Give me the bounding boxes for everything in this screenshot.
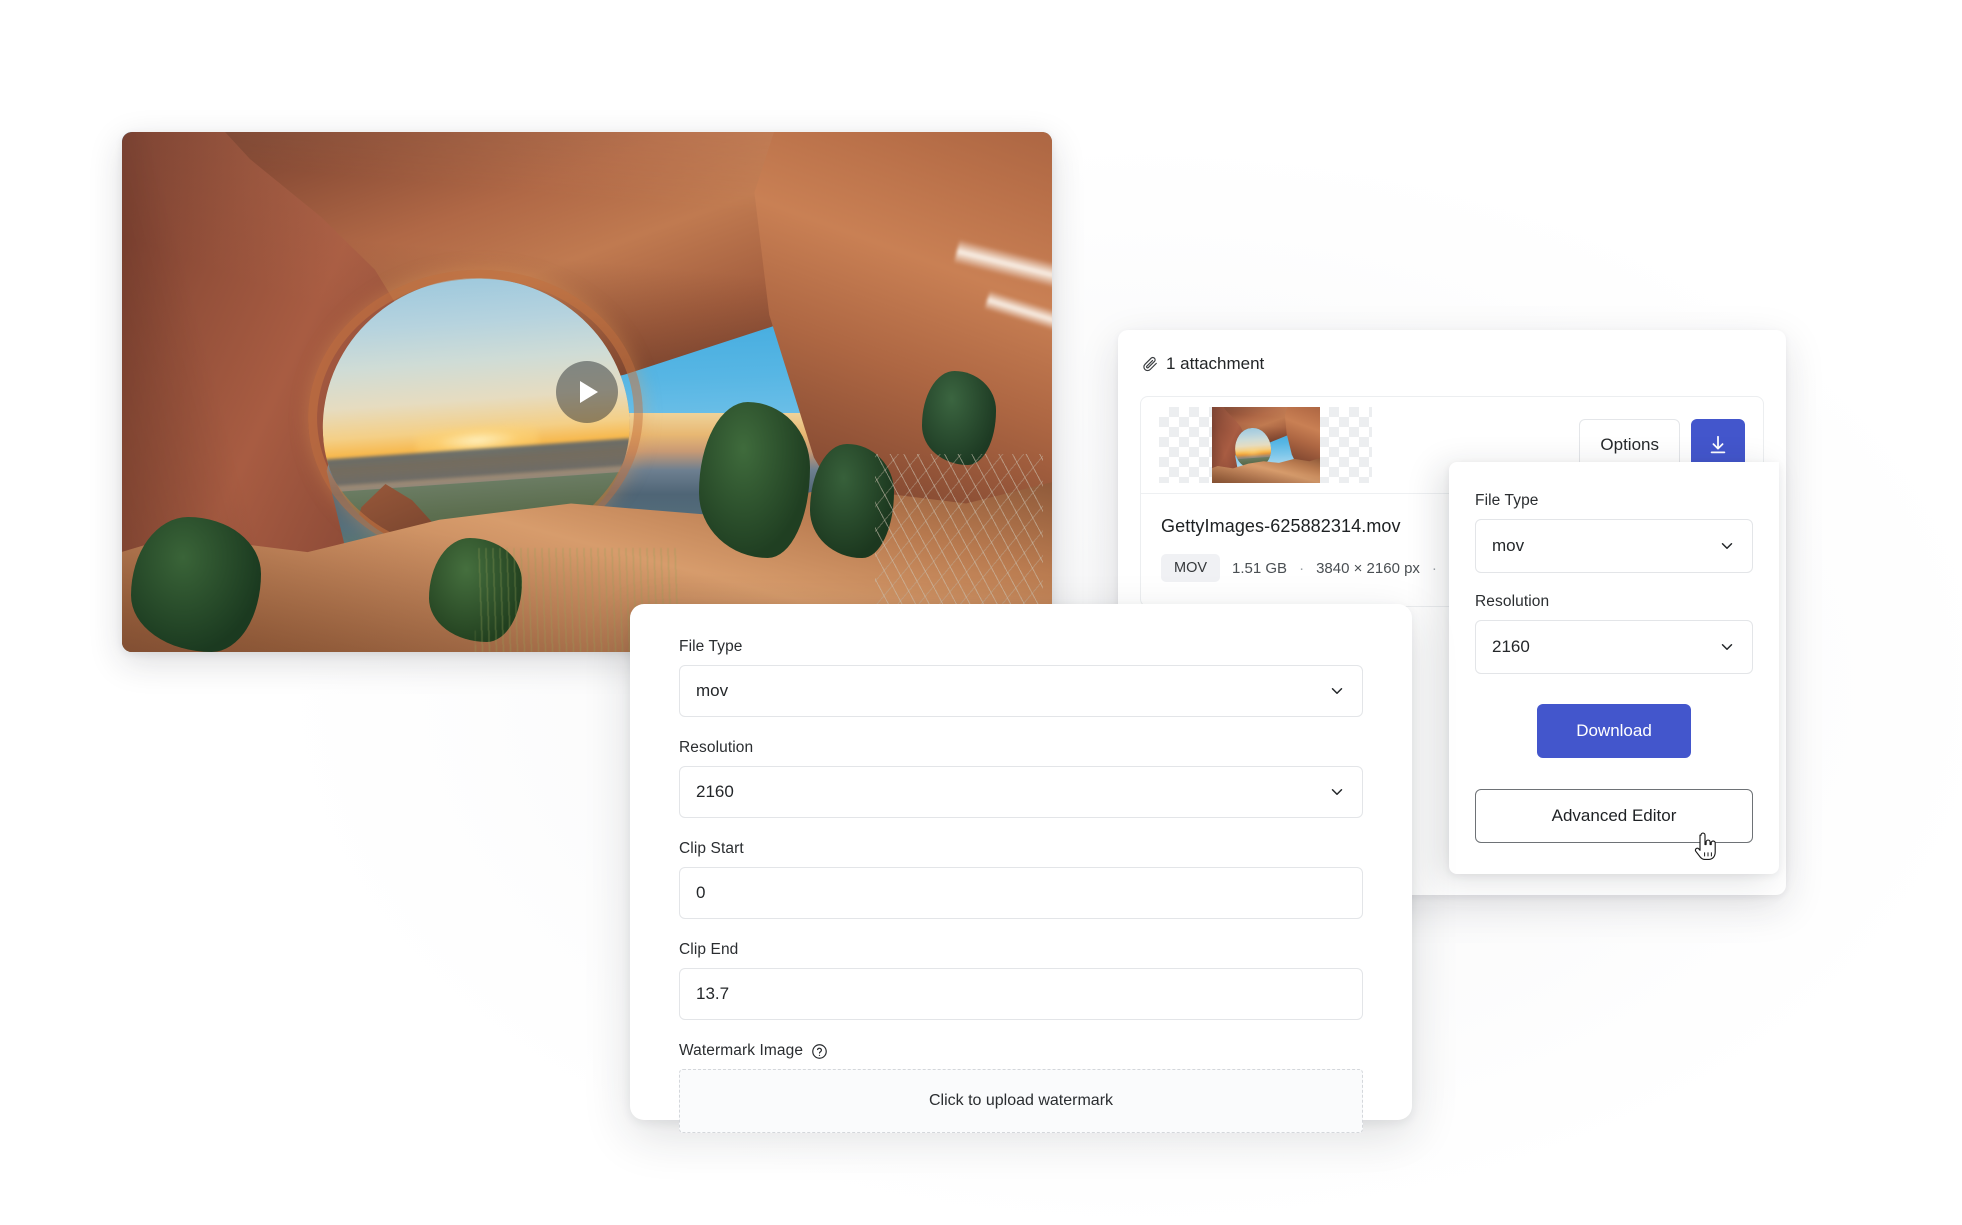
- file-type-field: File Type mov: [679, 638, 1363, 717]
- question-circle-icon[interactable]: [811, 1043, 828, 1060]
- clip-end-input[interactable]: 13.7: [679, 968, 1363, 1020]
- play-button[interactable]: [556, 361, 618, 423]
- resolution-value: 2160: [696, 782, 734, 801]
- download-button[interactable]: Download: [1537, 704, 1691, 758]
- resolution-label: Resolution: [679, 739, 754, 756]
- paperclip-icon: [1143, 356, 1157, 372]
- popover-resolution-select[interactable]: 2160: [1475, 620, 1753, 674]
- separator: ·: [1431, 559, 1437, 577]
- file-type-value: mov: [696, 681, 729, 700]
- watermark-dropzone[interactable]: Click to upload watermark: [679, 1069, 1363, 1133]
- thumbnail-transparency-backdrop: [1159, 407, 1372, 483]
- popover-resolution-label: Resolution: [1475, 593, 1550, 610]
- chevron-down-icon: [1721, 543, 1733, 549]
- attachment-header: 1 attachment: [1140, 352, 1764, 374]
- popover-resolution-value: 2160: [1492, 637, 1530, 656]
- clip-end-value: 13.7: [696, 984, 730, 1003]
- juniper-shrub: [131, 516, 262, 652]
- juniper-shrub: [698, 402, 811, 559]
- video-preview[interactable]: [122, 132, 1052, 652]
- format-chip: MOV: [1161, 554, 1221, 582]
- resolution-field: Resolution 2160: [679, 739, 1363, 818]
- file-size: 1.51 GB: [1232, 559, 1288, 577]
- popover-file-type-field: File Type mov: [1475, 492, 1753, 573]
- popover-resolution-field: Resolution 2160: [1475, 593, 1753, 674]
- advanced-editor-button[interactable]: Advanced Editor: [1475, 789, 1753, 843]
- download-options-popover: File Type mov Resolution 2160 Download A…: [1449, 462, 1779, 874]
- clip-start-input[interactable]: 0: [679, 867, 1363, 919]
- popover-file-type-select[interactable]: mov: [1475, 519, 1753, 573]
- popover-file-type-value: mov: [1492, 536, 1525, 555]
- watermark-label-row: Watermark Image: [679, 1042, 1363, 1060]
- strata-band-2: [984, 289, 1052, 340]
- watermark-label: Watermark Image: [679, 1042, 804, 1059]
- attachment-thumbnail[interactable]: [1211, 407, 1320, 483]
- resolution-select[interactable]: 2160: [679, 766, 1363, 818]
- clip-end-label: Clip End: [679, 941, 739, 958]
- attachment-count-label: 1 attachment: [1166, 354, 1265, 373]
- strata-band: [954, 238, 1052, 295]
- clip-start-value: 0: [696, 883, 706, 902]
- clip-start-field: Clip Start 0: [679, 840, 1363, 919]
- file-type-select[interactable]: mov: [679, 665, 1363, 717]
- clip-start-label: Clip Start: [679, 840, 744, 857]
- play-icon: [580, 381, 598, 403]
- watermark-field: Watermark Image Click to upload watermar…: [679, 1042, 1363, 1133]
- chevron-down-icon: [1721, 644, 1733, 650]
- thumbnail-still: [1211, 407, 1320, 483]
- popover-file-type-label: File Type: [1475, 492, 1539, 509]
- watermark-dropzone-text: Click to upload watermark: [928, 1092, 1114, 1109]
- chevron-down-icon: [1331, 789, 1343, 795]
- file-type-label: File Type: [679, 638, 743, 655]
- chevron-down-icon: [1331, 688, 1343, 694]
- file-dimensions: 3840 × 2160 px: [1316, 559, 1420, 577]
- separator: ·: [1299, 559, 1305, 577]
- clip-end-field: Clip End 13.7: [679, 941, 1363, 1020]
- advanced-editor-panel: File Type mov Resolution 2160 Clip Start…: [630, 604, 1412, 1133]
- juniper-shrub: [921, 371, 997, 465]
- download-icon: [1710, 435, 1726, 454]
